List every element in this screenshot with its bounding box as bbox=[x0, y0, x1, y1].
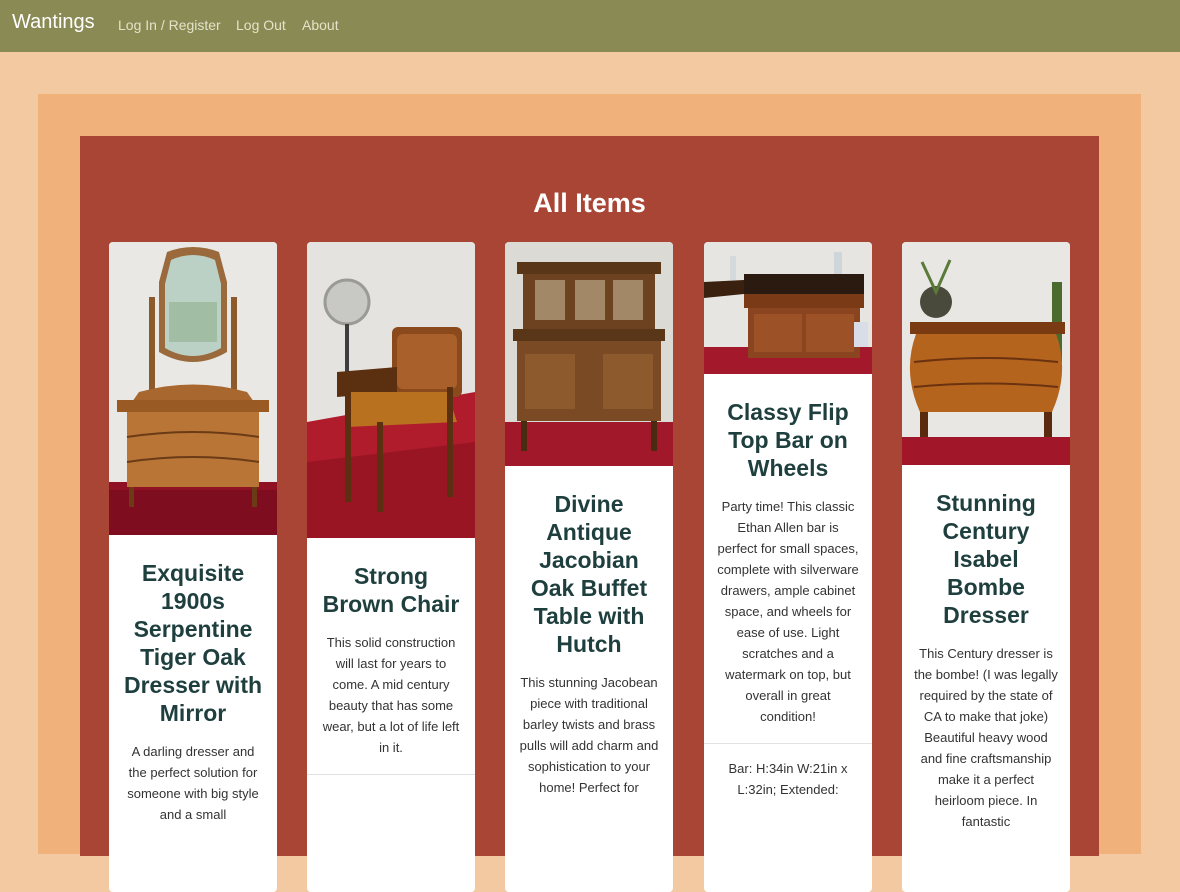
nav-about[interactable]: About bbox=[302, 17, 339, 33]
item-description: A darling dresser and the perfect soluti… bbox=[127, 744, 259, 822]
brand-link[interactable]: Wantings bbox=[12, 11, 95, 34]
item-dimensions: Bar: H:34in W:21in x L:32in; Extended: bbox=[704, 743, 872, 814]
item-title[interactable]: Strong Brown Chair bbox=[317, 562, 465, 618]
item-description: This solid construction will last for ye… bbox=[322, 635, 460, 755]
item-card[interactable]: Divine Antique Jacobian Oak Buffet Table… bbox=[505, 242, 673, 892]
item-title[interactable]: Divine Antique Jacobian Oak Buffet Table… bbox=[515, 490, 663, 658]
item-title[interactable]: Stunning Century Isabel Bombe Dresser bbox=[912, 489, 1060, 629]
nav-login-register[interactable]: Log In / Register bbox=[118, 17, 221, 33]
item-card[interactable]: Strong Brown Chair This solid constructi… bbox=[307, 242, 475, 892]
item-footer bbox=[307, 774, 475, 803]
page-title: All Items bbox=[533, 188, 646, 218]
item-image-bombe-dresser[interactable] bbox=[902, 242, 1070, 465]
item-image-buffet[interactable] bbox=[505, 242, 673, 466]
item-card[interactable]: Classy Flip Top Bar on Wheels Party time… bbox=[704, 242, 872, 892]
item-image-bar[interactable] bbox=[704, 242, 872, 374]
item-description: This stunning Jacobean piece with tradit… bbox=[519, 675, 659, 795]
item-title[interactable]: Classy Flip Top Bar on Wheels bbox=[714, 398, 862, 482]
item-image-chair[interactable] bbox=[307, 242, 475, 538]
item-image-dresser[interactable] bbox=[109, 242, 277, 535]
nav-logout[interactable]: Log Out bbox=[236, 17, 286, 33]
item-description: Party time! This classic Ethan Allen bar… bbox=[717, 499, 859, 724]
navbar: Wantings Log In / Register Log Out About bbox=[0, 0, 1180, 52]
item-card[interactable]: Exquisite 1900s Serpentine Tiger Oak Dre… bbox=[109, 242, 277, 892]
item-description: This Century dresser is the bombe! (I wa… bbox=[914, 646, 1058, 829]
item-card[interactable]: Stunning Century Isabel Bombe Dresser Th… bbox=[902, 242, 1070, 892]
item-title[interactable]: Exquisite 1900s Serpentine Tiger Oak Dre… bbox=[119, 559, 267, 727]
